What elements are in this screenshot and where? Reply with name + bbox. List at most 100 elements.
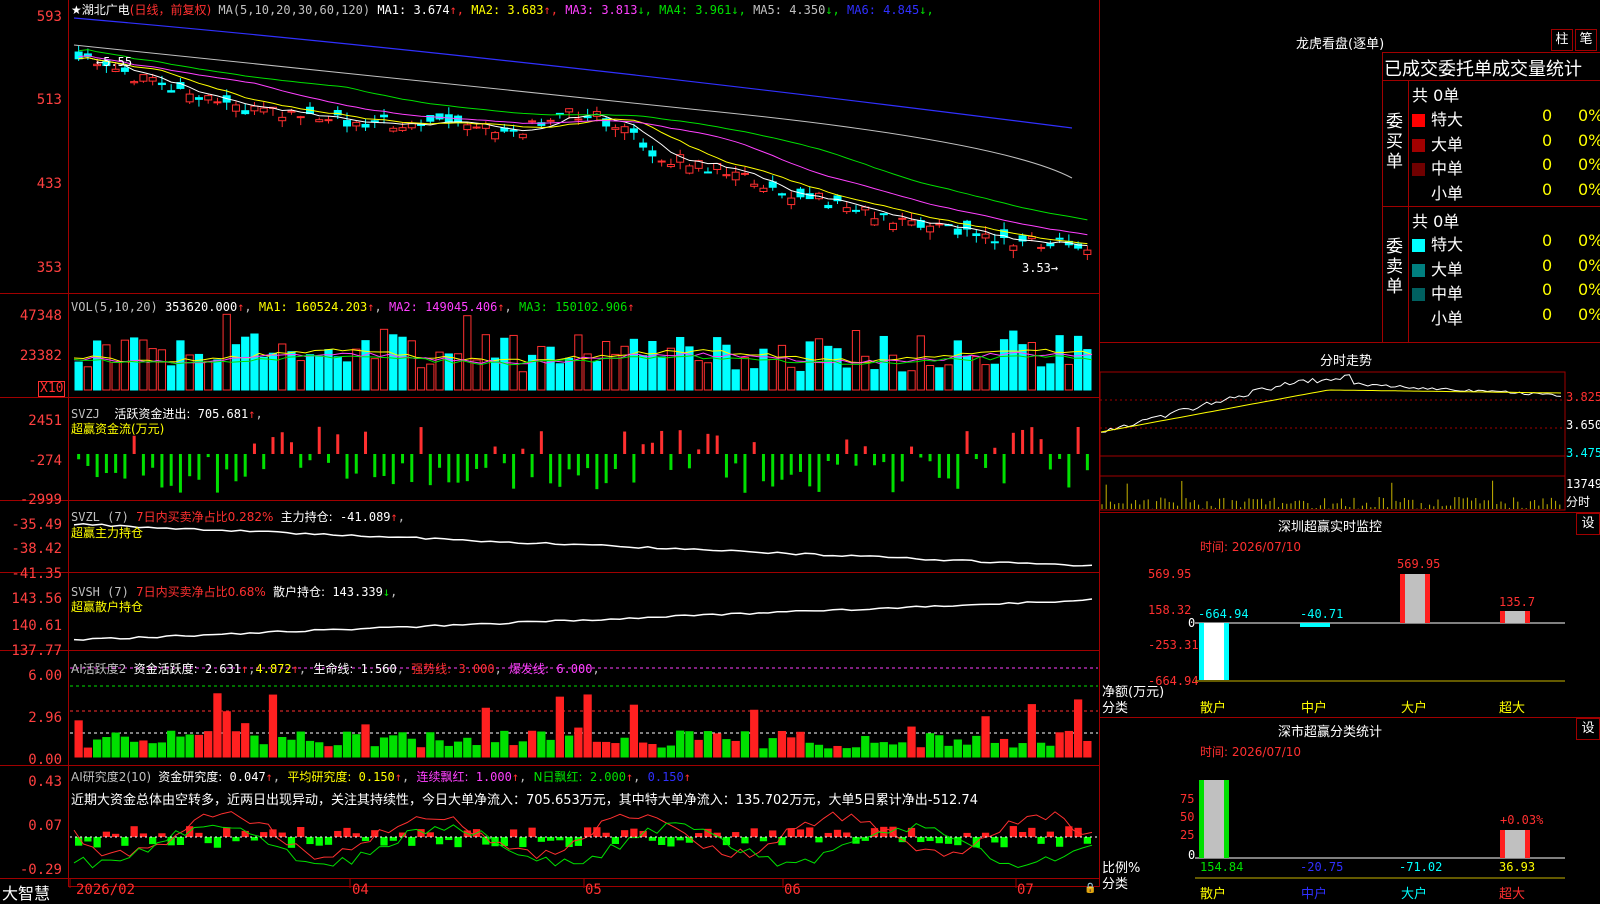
ai-research-bar: [630, 828, 638, 837]
monitor-settings-button[interactable]: 设: [1576, 513, 1600, 535]
volume-bar: [962, 355, 972, 391]
ai-research-bar: [389, 837, 397, 841]
volume-bar: [750, 368, 759, 391]
svzj-bar: [743, 454, 747, 493]
volume-bar: [648, 340, 657, 391]
volume-bar: [278, 343, 287, 391]
ai-research-bar: [556, 837, 564, 841]
ma-params: MA(5,10,20,30,60,120): [218, 3, 371, 17]
ai-active-bar: [139, 740, 148, 758]
candle-body: [722, 174, 731, 177]
ai-research-bar: [408, 837, 416, 846]
ma-value-1: MA1: 3.674: [377, 3, 450, 17]
volume-bar: [777, 344, 787, 391]
buy-row: 小单 0 0%: [1412, 180, 1600, 205]
volume-bar: [324, 349, 333, 391]
volume-bar: [925, 364, 935, 391]
ai-research-bar: [297, 827, 305, 837]
ai-active-bar: [1073, 699, 1083, 758]
ai-active-bar: [935, 735, 944, 758]
ai-research-bar: [991, 837, 999, 843]
ai-active-bar: [879, 742, 888, 758]
volume-bar: [759, 348, 768, 391]
ai-research-bar: [260, 832, 268, 837]
ai-active-bar: [490, 742, 500, 758]
ai-research-bar: [149, 837, 157, 845]
candle-body: [1055, 237, 1064, 240]
ai-research-bar: [528, 827, 536, 837]
svzl-subtitle: 超赢主力持仓: [71, 526, 144, 540]
volume-bar: [824, 345, 833, 391]
kline-chart-canvas[interactable]: [0, 0, 1100, 900]
svzj-bar: [234, 454, 238, 482]
ai-active-bar: [287, 739, 296, 758]
volume-bar: [342, 361, 352, 391]
ai-active-bar: [898, 742, 907, 758]
svsh-value: 143.339: [332, 585, 383, 599]
candle-body: [879, 213, 888, 216]
svzl-value: -41.089: [339, 510, 391, 524]
svzj-bar: [549, 454, 553, 484]
svzj-bar: [95, 454, 99, 478]
ai-research-bar: [380, 837, 388, 846]
bar-mode-button[interactable]: 柱: [1551, 29, 1573, 51]
svzj-bar: [900, 454, 904, 482]
volume-bar: [1046, 363, 1055, 391]
volume-bar: [537, 345, 546, 391]
candle-body: [824, 204, 833, 209]
volume-bar: [1009, 330, 1018, 391]
ai-active-bar: [1083, 740, 1092, 758]
pen-mode-button[interactable]: 笔: [1575, 29, 1597, 51]
stats-settings-button[interactable]: 设: [1576, 718, 1600, 740]
volume-bar: [916, 335, 925, 391]
ai-active-bar: [833, 745, 842, 758]
ai-active-bar: [472, 745, 481, 758]
ai-research-bar: [611, 837, 620, 844]
stock-name[interactable]: ★湖北广电: [71, 3, 130, 17]
volume-bar: [879, 335, 888, 391]
volume-bar: [685, 346, 694, 391]
buy-row: 中单 0 0%: [1412, 155, 1600, 180]
svzj-bar: [141, 454, 145, 476]
order-pct: 0%: [1578, 280, 1600, 299]
volume-bar: [518, 371, 527, 391]
candle-body: [787, 197, 796, 206]
stats-value-1: -20.75: [1300, 860, 1344, 874]
ai-active-bar: [407, 738, 416, 758]
candle-body: [185, 93, 194, 103]
volume-bar: [666, 347, 676, 391]
svzj-bar: [465, 454, 469, 482]
svzj-bar: [1002, 454, 1006, 484]
svzj-bar: [780, 454, 784, 480]
volume-bar: [972, 356, 981, 391]
svzj-bar: [882, 454, 886, 463]
ai-research-bar: [741, 837, 749, 844]
candle-body: [518, 133, 527, 139]
period-label[interactable]: (日线，前复权): [130, 3, 211, 17]
ma-line: [78, 49, 1088, 221]
ai-research-bar: [278, 832, 286, 837]
volume-bar: [842, 367, 851, 391]
svsh-axis-1: 140.61: [11, 618, 62, 634]
ai-research-bar: [241, 830, 249, 837]
ai-research-bar: [824, 832, 832, 837]
ai-active-bar: [1046, 745, 1055, 758]
svzj-bar: [1085, 454, 1089, 471]
stats-top-line: [1100, 717, 1600, 718]
volume-bar: [93, 340, 102, 391]
order-pct: 0%: [1578, 255, 1600, 275]
svzj-bar: [1076, 426, 1080, 454]
ai-research-bar: [537, 837, 545, 842]
volume-bar: [250, 333, 259, 391]
ai-research-bar: [102, 831, 111, 837]
svzj-bar: [789, 454, 793, 475]
volume-bar: [1073, 335, 1083, 391]
svzj-bar: [669, 454, 673, 470]
volume-bar: [787, 366, 796, 391]
candle-body: [324, 119, 333, 122]
ai-active-bar: [370, 746, 379, 758]
stats-value-2: -71.02: [1399, 860, 1443, 874]
monitor-top-line: [1100, 512, 1600, 513]
candle-body: [315, 119, 324, 123]
ai-active-bar: [731, 740, 740, 758]
